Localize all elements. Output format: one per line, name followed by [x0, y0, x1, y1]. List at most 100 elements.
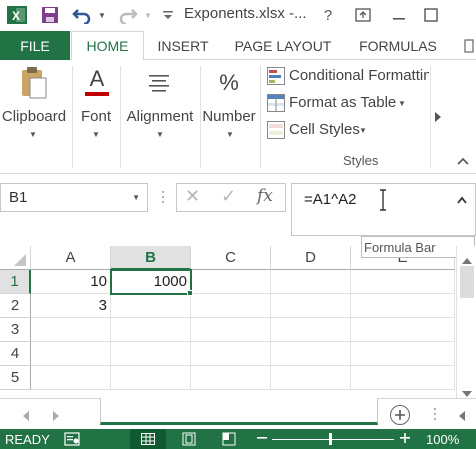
font-icon[interactable]: A	[82, 66, 112, 102]
cell-d4[interactable]	[271, 342, 351, 366]
alignment-icon[interactable]	[145, 70, 173, 96]
number-button[interactable]: Number	[200, 108, 258, 125]
ribbon-tabs: FILE HOME INSERT PAGE LAYOUT FORMULAS	[0, 31, 476, 61]
cell-c5[interactable]	[191, 366, 271, 390]
tab-scroll-right-icon[interactable]	[462, 31, 476, 60]
percent-icon[interactable]: %	[214, 68, 244, 98]
insert-function-icon[interactable]: fx	[257, 186, 273, 206]
page-break-view-icon[interactable]	[222, 432, 236, 449]
cell-b2[interactable]	[111, 294, 191, 318]
number-dropdown-icon[interactable]: ▼	[226, 130, 234, 139]
clipboard-icon[interactable]	[16, 66, 50, 104]
format-as-table-dropdown-icon[interactable]: ▼	[398, 99, 406, 108]
row-header-2[interactable]: 2	[0, 294, 31, 318]
more-options-icon[interactable]	[433, 407, 437, 424]
cell-a4[interactable]	[31, 342, 111, 366]
cell-b3[interactable]	[111, 318, 191, 342]
font-dropdown-icon[interactable]: ▼	[92, 130, 100, 139]
row-header-3[interactable]: 3	[0, 318, 31, 342]
column-header-c[interactable]: C	[191, 246, 271, 270]
alignment-dropdown-icon[interactable]: ▼	[156, 130, 164, 139]
vertical-scrollbar[interactable]	[456, 246, 476, 398]
cell-d3[interactable]	[271, 318, 351, 342]
row-header-5[interactable]: 5	[0, 366, 31, 390]
undo-icon[interactable]	[70, 4, 94, 26]
cell-d5[interactable]	[271, 366, 351, 390]
cell-e2[interactable]	[351, 294, 455, 318]
collapse-ribbon-icon[interactable]	[456, 154, 472, 168]
clipboard-button[interactable]: Clipboard	[0, 108, 68, 125]
formula-input[interactable]: =A1^A2	[291, 183, 476, 236]
conditional-formatting-button[interactable]: Conditional Formattin	[289, 67, 429, 84]
sheet-tab-bar	[0, 398, 476, 428]
cell-e3[interactable]	[351, 318, 455, 342]
cell-c2[interactable]	[191, 294, 271, 318]
row-header-1[interactable]: 1	[0, 270, 31, 294]
tab-insert[interactable]: INSERT	[150, 31, 216, 60]
save-icon[interactable]	[38, 4, 62, 26]
scroll-up-icon[interactable]	[462, 252, 472, 267]
restore-icon[interactable]	[418, 4, 444, 26]
help-button[interactable]: ?	[316, 4, 340, 26]
column-header-d[interactable]: D	[271, 246, 351, 270]
font-button[interactable]: Font	[76, 108, 116, 125]
cell-b5[interactable]	[111, 366, 191, 390]
formula-bar-grip-icon[interactable]	[161, 189, 165, 205]
cell-styles-button[interactable]: Cell Styles	[289, 121, 360, 138]
alignment-button[interactable]: Alignment	[124, 108, 196, 125]
tab-formulas[interactable]: FORMULAS	[352, 31, 444, 60]
normal-view-icon[interactable]	[130, 429, 166, 449]
clipboard-dropdown-icon[interactable]: ▼	[29, 130, 37, 139]
cell-c4[interactable]	[191, 342, 271, 366]
sheet-scroll-right-icon[interactable]	[52, 409, 60, 424]
ribbon-display-icon[interactable]	[350, 4, 376, 26]
zoom-in-icon[interactable]	[399, 431, 411, 448]
column-header-a[interactable]: A	[31, 246, 111, 270]
customize-toolbar-icon[interactable]	[160, 4, 176, 26]
cell-c1[interactable]	[191, 270, 271, 294]
cell-e4[interactable]	[351, 342, 455, 366]
vertical-scroll-thumb[interactable]	[460, 266, 474, 298]
format-as-table-icon[interactable]	[267, 94, 285, 112]
minimize-icon[interactable]	[386, 4, 412, 26]
cell-a5[interactable]	[31, 366, 111, 390]
zoom-slider-thumb[interactable]	[329, 433, 332, 445]
tab-file[interactable]: FILE	[0, 31, 70, 60]
sheet-tab-active[interactable]	[100, 398, 378, 425]
cell-b4[interactable]	[111, 342, 191, 366]
tab-home[interactable]: HOME	[71, 31, 144, 61]
cell-a2[interactable]: 3	[31, 294, 111, 318]
new-sheet-icon[interactable]	[390, 405, 410, 425]
ribbon-scroll-right-icon[interactable]	[430, 66, 444, 168]
excel-logo-icon[interactable]: X	[6, 4, 28, 26]
fill-handle[interactable]	[187, 290, 193, 296]
cancel-icon[interactable]: ✕	[185, 186, 200, 207]
cell-d2[interactable]	[271, 294, 351, 318]
cell-d1[interactable]	[271, 270, 351, 294]
row-header-4[interactable]: 4	[0, 342, 31, 366]
formula-collapse-icon[interactable]	[457, 192, 467, 207]
sheet-scroll-left-icon[interactable]	[22, 409, 30, 424]
tab-page-layout[interactable]: PAGE LAYOUT	[228, 31, 338, 60]
cell-styles-icon[interactable]	[267, 121, 285, 139]
macro-recording-icon[interactable]	[64, 432, 80, 449]
format-as-table-button[interactable]: Format as Table	[289, 94, 396, 111]
cell-c3[interactable]	[191, 318, 271, 342]
cell-e1[interactable]	[351, 270, 455, 294]
conditional-formatting-icon[interactable]	[267, 67, 285, 85]
page-layout-view-icon[interactable]	[182, 432, 196, 449]
cell-e5[interactable]	[351, 366, 455, 390]
horizontal-scroll-left-icon[interactable]	[458, 409, 466, 424]
undo-dropdown-icon[interactable]: ▼	[96, 4, 108, 26]
enter-icon[interactable]: ✓	[221, 186, 236, 207]
zoom-out-icon[interactable]	[256, 431, 268, 448]
name-box-dropdown-icon[interactable]: ▼	[132, 193, 140, 202]
zoom-level[interactable]: 100%	[426, 432, 459, 447]
cell-a3[interactable]	[31, 318, 111, 342]
cell-a1[interactable]: 10	[31, 270, 111, 294]
zoom-slider[interactable]	[272, 439, 394, 440]
column-header-b[interactable]: B	[111, 246, 191, 270]
select-all-corner[interactable]	[0, 246, 31, 270]
name-box[interactable]: B1 ▼	[0, 183, 148, 212]
cell-styles-dropdown-icon[interactable]: ▼	[359, 126, 367, 135]
